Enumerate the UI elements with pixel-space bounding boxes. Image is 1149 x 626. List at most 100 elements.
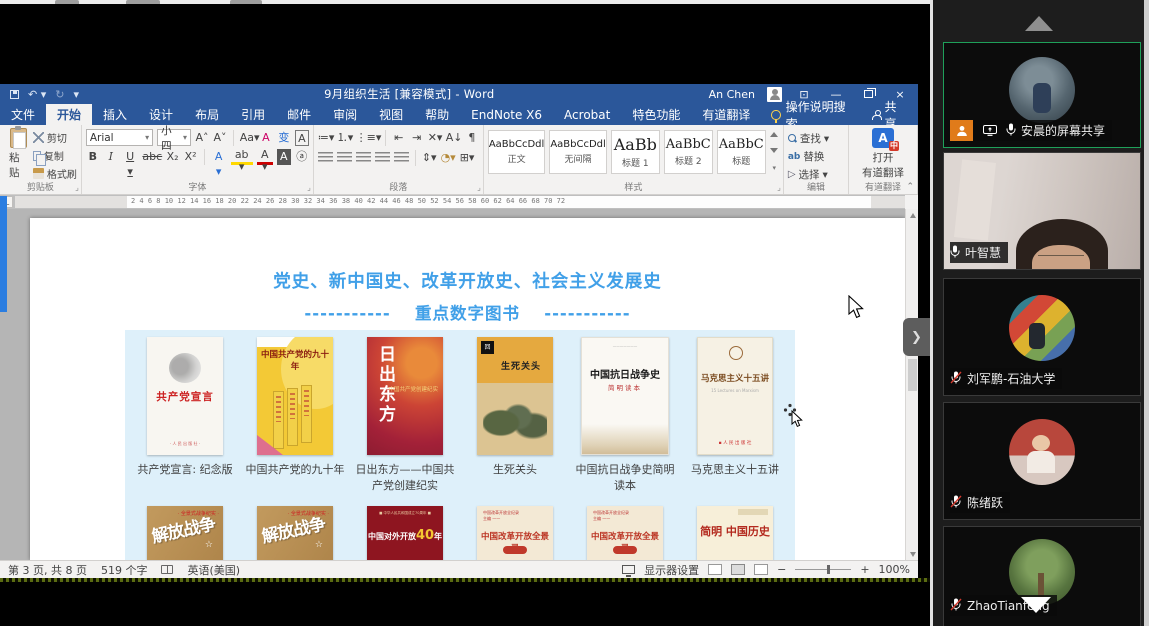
borders-button[interactable]: ⊞▾: [460, 150, 475, 166]
highlight-button[interactable]: ab ▾: [231, 149, 253, 165]
tab-mailings[interactable]: 邮件: [276, 104, 322, 125]
increase-indent-button[interactable]: ⇥: [410, 130, 424, 146]
find-button[interactable]: 查找 ▾: [788, 131, 844, 146]
bold-button[interactable]: B: [86, 149, 100, 165]
distribute-button[interactable]: [394, 152, 409, 164]
zoom-in-button[interactable]: +: [860, 563, 869, 576]
font-size-combo[interactable]: 小四▾: [157, 129, 191, 146]
redo-icon[interactable]: ↻: [55, 88, 64, 101]
participant-tile[interactable]: 陈绪跃: [943, 402, 1141, 520]
scroll-participants-down-button[interactable]: [1021, 597, 1051, 613]
tab-youdao[interactable]: 有道翻译: [691, 104, 761, 125]
strikethrough-button[interactable]: abc: [142, 149, 161, 165]
print-layout-button[interactable]: [731, 564, 745, 575]
scroll-thumb[interactable]: [908, 359, 917, 391]
text-effects-button[interactable]: A ▾: [211, 149, 227, 165]
tab-view[interactable]: 视图: [368, 104, 414, 125]
style-heading2[interactable]: AaBbC 标题 2: [664, 130, 713, 174]
clear-formatting-button[interactable]: A: [259, 130, 273, 146]
page-indicator[interactable]: 第 3 页, 共 8 页: [8, 562, 87, 578]
font-color-button[interactable]: A ▾: [257, 149, 273, 165]
character-border-button[interactable]: A: [295, 130, 309, 146]
restore-button[interactable]: [858, 88, 878, 101]
language-indicator[interactable]: 英语(美国): [187, 562, 240, 578]
tab-help[interactable]: 帮助: [414, 104, 460, 125]
style-normal[interactable]: AaBbCcDdl 正文: [488, 130, 545, 174]
font-dialog-launcher[interactable]: ⌟: [307, 183, 311, 192]
tab-layout[interactable]: 布局: [184, 104, 230, 125]
justify-button[interactable]: [375, 152, 390, 164]
account-avatar[interactable]: [767, 87, 782, 102]
undo-icon[interactable]: ↶ ▾: [28, 88, 46, 101]
copy-button[interactable]: 复制: [33, 148, 77, 163]
scroll-down-button[interactable]: [907, 548, 918, 560]
paste-button[interactable]: 粘贴: [4, 128, 33, 180]
subscript-button[interactable]: X₂: [166, 149, 180, 165]
decrease-indent-button[interactable]: ⇤: [392, 130, 406, 146]
scroll-participants-up-button[interactable]: [1025, 16, 1053, 31]
participant-tile-presenter[interactable]: 安晨的屏幕共享: [943, 42, 1141, 148]
tab-special-features[interactable]: 特色功能: [621, 104, 691, 125]
vertical-scrollbar[interactable]: [905, 209, 918, 560]
align-right-button[interactable]: [356, 152, 371, 164]
sort-button[interactable]: A↓: [446, 130, 461, 146]
asian-layout-button[interactable]: ✕▾: [428, 130, 442, 146]
clipboard-dialog-launcher[interactable]: ⌟: [75, 183, 79, 192]
superscript-button[interactable]: X²: [184, 149, 198, 165]
shrink-font-button[interactable]: A˅: [213, 130, 227, 146]
paragraph-dialog-launcher[interactable]: ⌟: [477, 183, 481, 192]
phonetic-guide-button[interactable]: 变: [277, 130, 291, 146]
style-no-spacing[interactable]: AaBbCcDdl 无间隔: [549, 130, 606, 174]
styles-scroll-up[interactable]: [770, 132, 778, 137]
cut-button[interactable]: 剪切: [33, 130, 77, 145]
document-canvas[interactable]: 党史、新中国史、改革开放史、社会主义发展史 ----------- 重点数字图书…: [0, 209, 905, 560]
tab-file[interactable]: 文件: [0, 104, 46, 125]
zoom-out-button[interactable]: −: [777, 563, 786, 576]
show-marks-button[interactable]: ¶: [465, 130, 479, 146]
collapse-ribbon-button[interactable]: ⌃: [906, 182, 914, 192]
word-count[interactable]: 519 个字: [101, 562, 148, 578]
document-page[interactable]: 党史、新中国史、改革开放史、社会主义发展史 ----------- 重点数字图书…: [30, 218, 905, 560]
tab-acrobat[interactable]: Acrobat: [553, 104, 621, 125]
tab-home[interactable]: 开始: [46, 104, 92, 125]
grow-font-button[interactable]: A˄: [195, 130, 209, 146]
tab-endnote[interactable]: EndNote X6: [460, 104, 553, 125]
align-center-button[interactable]: [337, 152, 352, 164]
style-heading1[interactable]: AaBb 标题 1: [611, 130, 660, 174]
sidebar-collapse-handle[interactable]: ❯: [903, 318, 930, 356]
save-icon[interactable]: [10, 90, 19, 99]
share-button[interactable]: 共享: [860, 104, 918, 125]
format-painter-button[interactable]: 格式刷: [33, 166, 77, 181]
line-spacing-button[interactable]: ⇕▾: [422, 150, 437, 166]
change-case-button[interactable]: Aa▾: [240, 130, 255, 146]
account-name[interactable]: An Chen: [709, 88, 755, 101]
tell-me-search[interactable]: 操作说明搜索: [761, 104, 860, 125]
styles-dialog-launcher[interactable]: ⌟: [777, 183, 781, 192]
tab-references[interactable]: 引用: [230, 104, 276, 125]
participant-tile[interactable]: 叶智慧: [943, 152, 1141, 270]
enclose-characters-button[interactable]: ⓐ: [295, 149, 309, 165]
display-settings[interactable]: 显示器设置: [644, 562, 699, 578]
participant-tile[interactable]: 刘军鹏-石油大学: [943, 278, 1141, 396]
style-title[interactable]: AaBbC 标题: [717, 130, 766, 174]
italic-button[interactable]: I: [104, 149, 118, 165]
tab-review[interactable]: 审阅: [322, 104, 368, 125]
bullets-button[interactable]: ≔▾: [318, 130, 333, 146]
align-left-button[interactable]: [318, 152, 333, 164]
horizontal-ruler[interactable]: L 2 4 6 8 10 12 14 16 18 20 22 24 26 28 …: [0, 195, 905, 209]
replace-button[interactable]: ab替换: [788, 149, 844, 164]
scroll-up-button[interactable]: [907, 209, 918, 221]
shading-fill-button[interactable]: ◔▾: [441, 150, 456, 166]
shading-button[interactable]: A: [277, 149, 291, 165]
qat-customize-icon[interactable]: ▾: [73, 88, 79, 101]
numbering-button[interactable]: ⒈▾: [337, 130, 352, 146]
styles-more[interactable]: ▾: [773, 164, 777, 172]
zoom-slider[interactable]: [795, 569, 851, 570]
proofing-icon[interactable]: [161, 565, 173, 574]
web-layout-button[interactable]: [754, 564, 768, 575]
font-family-combo[interactable]: Arial▾: [86, 129, 153, 146]
read-mode-button[interactable]: [708, 564, 722, 575]
styles-scroll-down[interactable]: [770, 148, 778, 153]
multilevel-list-button[interactable]: ⋮≡▾: [356, 130, 379, 146]
underline-button[interactable]: U ▾: [122, 149, 139, 165]
